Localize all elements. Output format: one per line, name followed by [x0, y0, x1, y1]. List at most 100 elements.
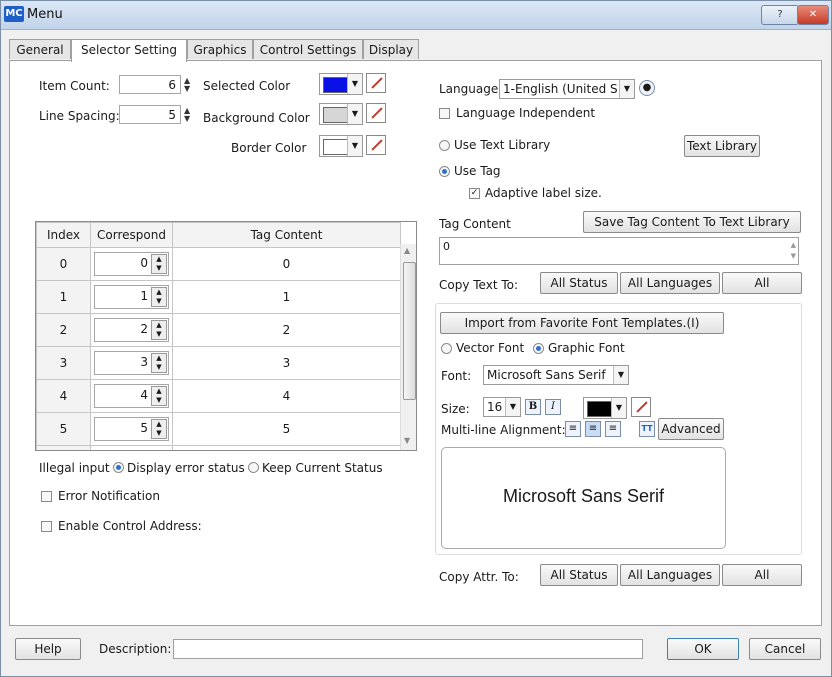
eyedropper-icon[interactable] [366, 73, 386, 93]
import-font-templates-button[interactable]: Import from Favorite Font Templates.(I) [440, 312, 724, 334]
close-button[interactable]: ✕ [797, 5, 829, 25]
table-row[interactable]: 1 1 ▲ ▼ 1 [36, 280, 401, 314]
spin-arrows-icon[interactable]: ▲ ▼ [151, 287, 167, 307]
row-correspond[interactable]: 0 ▲ ▼ [90, 247, 173, 281]
font-combo[interactable]: Microsoft Sans Serif ▼ [483, 365, 629, 385]
correspond-spinner[interactable]: 3 ▲ ▼ [94, 351, 169, 375]
use-text-library-radio[interactable] [439, 140, 450, 151]
correspond-value: 0 [140, 256, 148, 270]
background-color-label: Background Color [203, 111, 310, 125]
row-tag-content[interactable]: 5 [172, 412, 401, 446]
tab-general[interactable]: General [9, 39, 71, 59]
copy-attr-all-languages-button[interactable]: All Languages [620, 564, 720, 586]
background-color-dropdown[interactable]: ▼ [319, 103, 363, 125]
border-color-dropdown[interactable]: ▼ [319, 135, 363, 157]
spin-arrows-icon[interactable]: ▲ ▼ [151, 419, 167, 439]
spin-arrows-icon[interactable]: ▲ ▼ [151, 254, 167, 274]
help-title-button[interactable]: ? [761, 5, 799, 25]
row-tag-content[interactable] [172, 445, 401, 450]
graphic-font-radio[interactable] [533, 343, 544, 354]
table-row[interactable]: 6(Error)Other [36, 445, 401, 450]
spin-arrows-icon[interactable]: ▲ ▼ [184, 107, 196, 123]
tab-control-settings[interactable]: Control Settings [253, 39, 363, 59]
row-correspond[interactable]: 4 ▲ ▼ [90, 379, 173, 413]
error-notification-checkbox[interactable] [41, 491, 52, 502]
copy-attr-all-status-button[interactable]: All Status [540, 564, 618, 586]
copy-text-all-button[interactable]: All [722, 272, 802, 294]
eyedropper-icon[interactable] [366, 103, 386, 123]
language-independent-checkbox[interactable] [439, 108, 450, 119]
align-right-icon[interactable]: ≡ [605, 421, 621, 437]
spin-arrows-icon[interactable]: ▲ ▼ [151, 386, 167, 406]
ok-button[interactable]: OK [667, 638, 739, 660]
copy-text-all-languages-button[interactable]: All Languages [620, 272, 720, 294]
table-scrollbar[interactable]: ▲ ▼ [400, 244, 416, 450]
enable-control-address-checkbox[interactable] [41, 521, 52, 532]
tag-content-input[interactable]: 0 ▲ ▼ [439, 237, 799, 265]
spin-arrows-icon[interactable]: ▲ ▼ [151, 353, 167, 373]
cancel-button[interactable]: Cancel [749, 638, 821, 660]
eyedropper-icon[interactable] [631, 397, 651, 417]
table-row[interactable]: 4 4 ▲ ▼ 4 [36, 379, 401, 413]
row-correspond[interactable]: 5 ▲ ▼ [90, 412, 173, 446]
copy-attr-all-button[interactable]: All [722, 564, 802, 586]
table-row[interactable]: 3 3 ▲ ▼ 3 [36, 346, 401, 380]
italic-icon[interactable]: I [545, 399, 561, 415]
copy-text-all-status-button[interactable]: All Status [540, 272, 618, 294]
save-tag-content-button[interactable]: Save Tag Content To Text Library [583, 211, 801, 233]
chevron-down-icon: ▼ [619, 80, 634, 98]
use-tag-radio[interactable] [439, 166, 450, 177]
eyedropper-icon[interactable] [366, 135, 386, 155]
keep-current-radio[interactable] [248, 462, 259, 473]
tab-display[interactable]: Display [363, 39, 419, 59]
line-spacing-spinner[interactable]: 5 ▲ ▼ [119, 105, 190, 124]
language-combo[interactable]: 1-English (United S ▼ [499, 79, 635, 99]
correspond-spinner[interactable]: 2 ▲ ▼ [94, 318, 169, 342]
adaptive-label-checkbox[interactable]: ✓ [469, 188, 480, 199]
spin-arrows-icon[interactable]: ▲ ▼ [151, 320, 167, 340]
field-scroll-icon[interactable]: ▲ ▼ [791, 240, 796, 262]
display-error-radio[interactable] [113, 462, 124, 473]
correspond-spinner[interactable]: 1 ▲ ▼ [94, 285, 169, 309]
tab-graphics[interactable]: Graphics [187, 39, 253, 59]
help-button[interactable]: Help [15, 638, 81, 660]
row-tag-content[interactable]: 3 [172, 346, 401, 380]
row-correspond[interactable]: 2 ▲ ▼ [90, 313, 173, 347]
advanced-button[interactable]: Advanced [658, 418, 724, 440]
scrollbar-thumb[interactable] [403, 262, 416, 400]
chevron-down-icon: ▼ [611, 398, 626, 418]
row-tag-content[interactable]: 1 [172, 280, 401, 314]
row-correspond[interactable]: 3 ▲ ▼ [90, 346, 173, 380]
correspond-spinner[interactable]: 4 ▲ ▼ [94, 384, 169, 408]
vector-font-radio[interactable] [441, 343, 452, 354]
spin-arrows-icon[interactable]: ▲ ▼ [184, 77, 196, 93]
tab-selector-setting[interactable]: Selector Setting [71, 39, 187, 62]
correspond-spinner[interactable]: 0 ▲ ▼ [94, 252, 169, 276]
row-index: 2 [36, 313, 91, 347]
align-left-icon[interactable]: ≡ [565, 421, 581, 437]
bold-icon[interactable]: B [525, 399, 541, 415]
description-input[interactable] [173, 639, 643, 659]
illegal-input-label: Illegal input [39, 461, 110, 475]
scroll-down-icon[interactable]: ▼ [404, 436, 410, 445]
row-tag-content[interactable]: 0 [172, 247, 401, 281]
correspond-spinner[interactable]: 5 ▲ ▼ [94, 417, 169, 441]
selected-color-dropdown[interactable]: ▼ [319, 73, 363, 95]
row-correspond[interactable]: Other [90, 445, 173, 450]
table-row[interactable]: 2 2 ▲ ▼ 2 [36, 313, 401, 347]
globe-icon[interactable]: ● [639, 80, 655, 96]
align-center-icon[interactable]: ≡ [585, 421, 601, 437]
table-row[interactable]: 5 5 ▲ ▼ 5 [36, 412, 401, 446]
description-label: Description: [99, 642, 172, 656]
text-format-icon[interactable]: TT [639, 421, 655, 437]
text-color-dropdown[interactable]: ▼ [583, 397, 627, 419]
scroll-up-icon[interactable]: ▲ [404, 246, 410, 255]
item-count-spinner[interactable]: 6 ▲ ▼ [119, 75, 190, 94]
border-color-label: Border Color [231, 141, 307, 155]
row-tag-content[interactable]: 4 [172, 379, 401, 413]
row-tag-content[interactable]: 2 [172, 313, 401, 347]
text-library-button[interactable]: Text Library [684, 135, 760, 157]
row-correspond[interactable]: 1 ▲ ▼ [90, 280, 173, 314]
table-row[interactable]: 0 0 ▲ ▼ 0 [36, 247, 401, 281]
size-combo[interactable]: 16 ▼ [483, 397, 521, 417]
